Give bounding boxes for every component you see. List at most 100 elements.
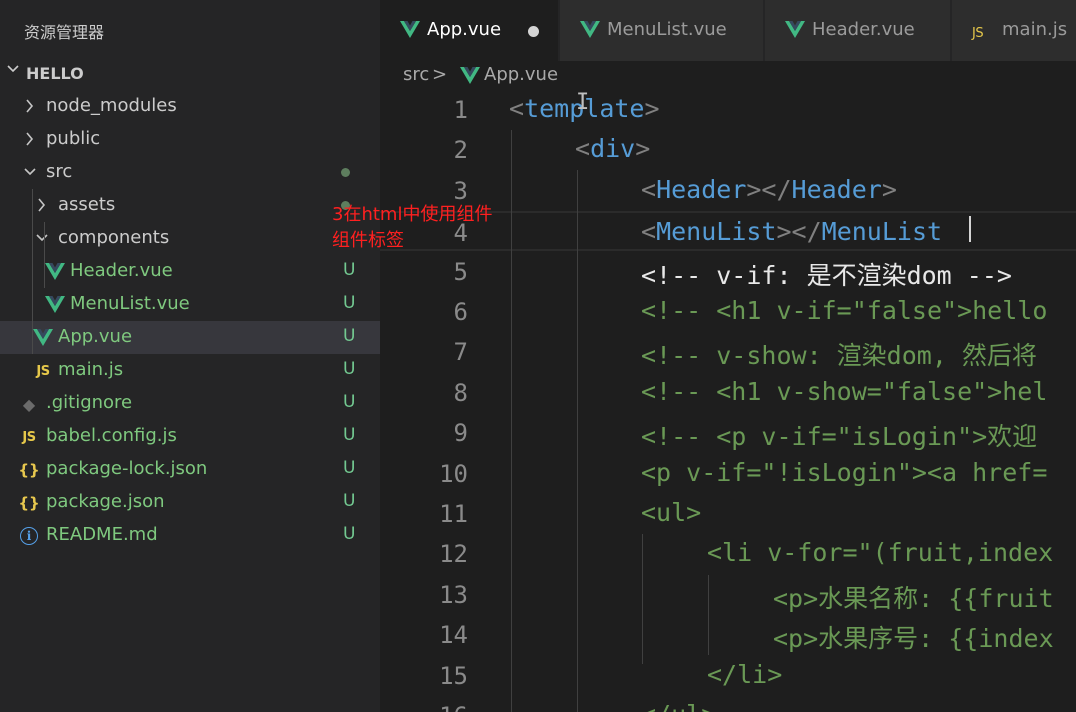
breadcrumb-file[interactable]: App.vue bbox=[484, 64, 558, 85]
vue-icon bbox=[32, 328, 54, 348]
line-number: 13 bbox=[439, 580, 468, 609]
code-text: <!-- v-show: 渲染dom, 然后将 bbox=[641, 341, 1037, 371]
red-annotation-text: 3在html中使用组件 组件标签 bbox=[332, 202, 492, 254]
code-line: 11 <ul> bbox=[380, 494, 1076, 534]
tab-header-vue[interactable]: Header.vue bbox=[765, 0, 950, 61]
code-text: <!-- <h1 v-show="false">hel bbox=[641, 376, 1048, 406]
js-icon: JS bbox=[36, 363, 50, 379]
tree-item[interactable]: ◆ .gitignore U bbox=[0, 387, 380, 420]
indent-guide bbox=[708, 575, 709, 655]
code-line: 6 <!-- <h1 v-if="false">hello bbox=[380, 292, 1076, 332]
breadcrumb-separator: > bbox=[432, 64, 448, 85]
tree-item[interactable]: public bbox=[0, 123, 380, 156]
js-icon: JS bbox=[972, 26, 984, 41]
git-untracked-badge: U bbox=[343, 260, 356, 280]
chevron-right-icon bbox=[22, 128, 38, 154]
tree-item-label: package.json bbox=[46, 491, 165, 512]
tree-item[interactable]: assets bbox=[0, 189, 380, 222]
json-icon: {} bbox=[18, 461, 40, 479]
git-untracked-badge: U bbox=[343, 293, 356, 313]
tree-item[interactable]: node_modules bbox=[0, 90, 380, 123]
git-icon: ◆ bbox=[22, 394, 36, 414]
code-text: <div> bbox=[575, 134, 651, 164]
vue-icon bbox=[44, 295, 66, 315]
tree-item-label: README.md bbox=[46, 524, 158, 545]
code-line: 10 <p v-if="!isLogin"><a href= bbox=[380, 454, 1076, 494]
breadcrumb: src > App.vue bbox=[380, 61, 1076, 89]
code-line: 16 </ul> bbox=[380, 696, 1076, 712]
tree-item[interactable]: MenuList.vue U bbox=[0, 288, 380, 321]
tree-item[interactable]: JS main.js U bbox=[0, 354, 380, 387]
chevron-down-icon bbox=[22, 161, 38, 187]
git-untracked-badge: U bbox=[343, 524, 356, 544]
tree-item-label: main.js bbox=[58, 359, 124, 380]
workspace-folder-header[interactable]: HELLO bbox=[0, 59, 380, 87]
explorer-title: 资源管理器 bbox=[24, 23, 105, 42]
git-change-dot bbox=[341, 168, 350, 177]
line-number: 7 bbox=[453, 338, 468, 367]
git-untracked-badge: U bbox=[343, 326, 356, 346]
annotation-line-2: 组件标签 bbox=[332, 230, 404, 251]
line-number: 10 bbox=[439, 459, 468, 488]
indent-guide bbox=[642, 534, 643, 664]
code-line: 2 <div> bbox=[380, 130, 1076, 170]
indent-guide bbox=[577, 170, 578, 712]
code-text: <MenuList></MenuList bbox=[641, 217, 943, 247]
code-editor[interactable]: 1 <template> 2 <div> 3 <Header></Header> 4 <Men… bbox=[380, 89, 1076, 712]
git-untracked-badge: U bbox=[343, 458, 356, 478]
text-caret bbox=[969, 216, 971, 242]
tab-main-js[interactable]: JS main.js bbox=[952, 0, 1076, 61]
code-line: 15 </li> bbox=[380, 656, 1076, 696]
git-untracked-badge: U bbox=[343, 425, 356, 445]
tab-menulist-vue[interactable]: MenuList.vue bbox=[560, 0, 763, 61]
tree-item[interactable]: App.vue U bbox=[0, 321, 380, 354]
tree-item[interactable]: components bbox=[0, 222, 380, 255]
line-number: 6 bbox=[453, 298, 468, 326]
code-text: <!-- <p v-if="isLogin">欢迎 bbox=[641, 422, 1038, 452]
code-text: <ul> bbox=[641, 498, 702, 527]
tree-item[interactable]: src bbox=[0, 156, 380, 189]
code-line: 14 <p>水果序号: {{index bbox=[380, 615, 1076, 655]
explorer-sidebar: 资源管理器 HELLO node_modulespublic src assets c… bbox=[0, 0, 380, 712]
tree-item-label: components bbox=[58, 227, 170, 248]
tree-item[interactable]: JS babel.config.js U bbox=[0, 420, 380, 453]
tree-item[interactable]: {} package.json U bbox=[0, 486, 380, 519]
code-line: 1 <template> bbox=[380, 90, 1076, 130]
git-untracked-badge: U bbox=[343, 359, 356, 379]
info-icon: i bbox=[18, 526, 40, 546]
code-text: <p v-if="!isLogin"><a href= bbox=[641, 457, 1048, 487]
line-number: 9 bbox=[453, 419, 468, 448]
mouse-ibeam-cursor: I bbox=[576, 90, 590, 115]
tree-indent-guide bbox=[32, 189, 33, 354]
tree-item-label: node_modules bbox=[46, 95, 177, 116]
git-untracked-badge: U bbox=[343, 392, 356, 412]
unsaved-dot-icon[interactable] bbox=[528, 26, 539, 37]
chevron-right-icon bbox=[34, 194, 50, 220]
tree-item[interactable]: {} package-lock.json U bbox=[0, 453, 380, 486]
code-line: 7 <!-- v-show: 渲染dom, 然后将 bbox=[380, 332, 1076, 372]
tab-label: Header.vue bbox=[812, 19, 915, 40]
tree-item-label: babel.config.js bbox=[46, 425, 177, 446]
tree-item-label: Header.vue bbox=[70, 260, 173, 281]
vue-icon bbox=[785, 21, 805, 43]
tree-indent-guide bbox=[44, 222, 45, 288]
vue-icon bbox=[460, 67, 480, 89]
vue-icon bbox=[400, 21, 420, 43]
annotation-line-1: 3在html中使用组件 bbox=[332, 204, 493, 225]
tab-app-vue[interactable]: App.vue bbox=[380, 0, 558, 61]
chevron-down-icon bbox=[34, 227, 50, 253]
line-number: 3 bbox=[453, 176, 468, 205]
breadcrumb-folder[interactable]: src bbox=[403, 64, 429, 85]
code-text: <li v-for="(fruit,index bbox=[707, 538, 1054, 568]
line-number: 2 bbox=[453, 136, 468, 165]
tree-item-label: .gitignore bbox=[46, 392, 133, 413]
vue-icon bbox=[580, 21, 600, 43]
tree-item-label: MenuList.vue bbox=[70, 293, 190, 314]
tree-item-label: package-lock.json bbox=[46, 458, 208, 479]
tree-item[interactable]: Header.vue U bbox=[0, 255, 380, 288]
tree-item[interactable]: i README.md U bbox=[0, 519, 380, 552]
line-number: 16 bbox=[420, 702, 468, 712]
workspace-folder-name: HELLO bbox=[26, 64, 84, 83]
line-number: 14 bbox=[439, 621, 468, 650]
indent-guide bbox=[511, 130, 512, 712]
